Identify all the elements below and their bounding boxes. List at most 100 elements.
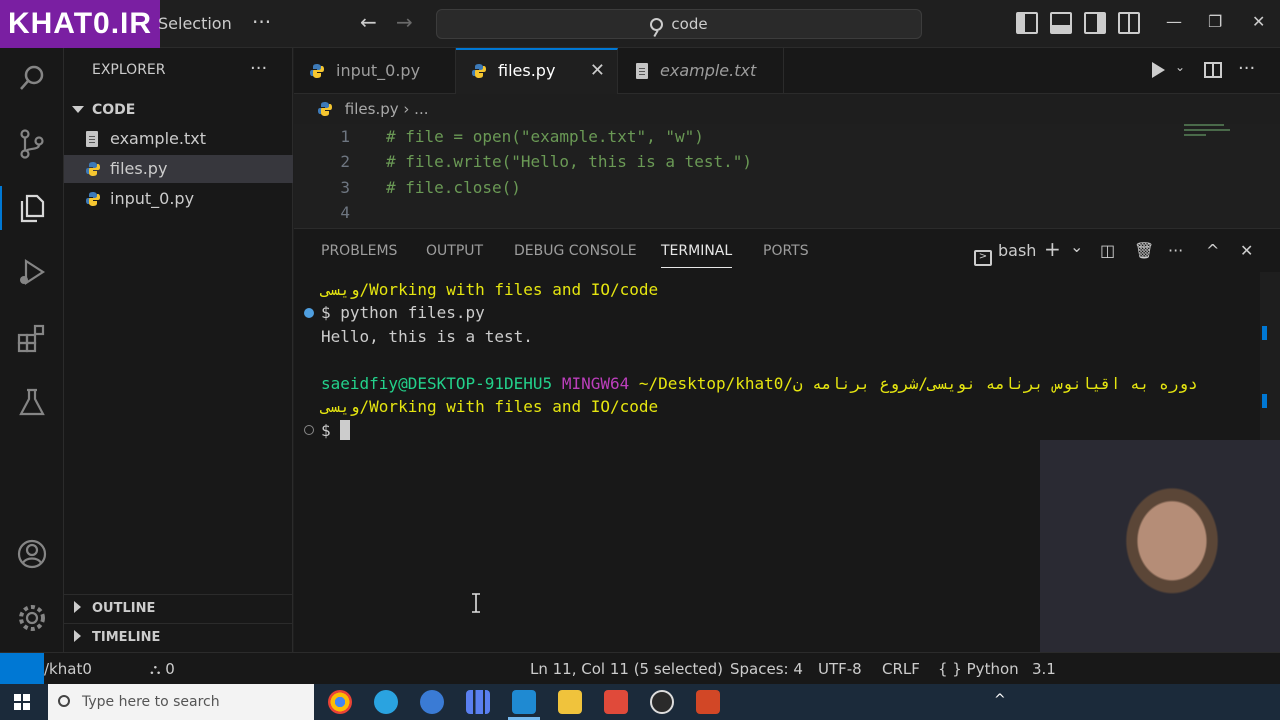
minimize-button[interactable]: — [1166,12,1182,31]
telegram-icon[interactable] [374,690,398,714]
split-editor-icon[interactable] [1204,62,1222,78]
explorer-icon[interactable] [0,186,48,230]
editor-more-actions-icon[interactable]: ··· [1238,58,1255,79]
chrome-icon[interactable] [328,690,352,714]
indentation[interactable]: Spaces: 4 [730,660,803,678]
run-python-file-icon[interactable] [1152,62,1165,78]
settings-gear-icon[interactable] [16,602,48,634]
status-left-text: /khat0 [44,660,92,678]
powerpoint-icon[interactable] [696,690,720,714]
tab-label: files.py [498,61,556,80]
file-explorer-icon[interactable] [558,690,582,714]
explorer-sidebar: EXPLORER ··· CODE example.txt files.py i… [64,48,293,652]
explorer-more-icon[interactable]: ··· [250,58,267,79]
terminal-shell-selector[interactable]: > bash [974,241,1036,266]
tab-debug-console[interactable]: DEBUG CONSOLE [514,243,637,259]
braces-icon: { } [938,660,962,678]
windows-start-icon[interactable] [14,694,30,710]
breadcrumb-file[interactable]: files.py [345,100,399,118]
file-label: example.txt [110,129,206,148]
taskbar-search-box[interactable]: Type here to search [48,684,314,720]
breadcrumb-symbols[interactable]: ... [414,100,428,118]
source-control-icon[interactable] [16,128,48,160]
terminal-input-line[interactable]: $ [321,420,351,440]
tab-input-0-py[interactable]: input_0.py [294,48,456,94]
terminal-cursor [340,420,351,440]
code-text: # file.write("Hello, this is a test.") [386,152,753,171]
minimap[interactable] [1184,124,1234,154]
folder-label: CODE [92,102,136,118]
code-editor[interactable]: 1 # file = open("example.txt", "w") 2 # … [294,124,1280,228]
python-version[interactable]: 3.1 [1032,660,1056,678]
tab-problems[interactable]: PROBLEMS [321,243,397,259]
chart-app-icon[interactable] [466,690,490,714]
prompt-symbol: $ [321,421,341,440]
close-tab-icon[interactable]: ✕ [590,50,605,92]
end-of-line[interactable]: CRLF [882,660,920,678]
python-icon [310,64,324,78]
outline-section[interactable]: OUTLINE [64,594,293,622]
shell-label: bash [998,241,1037,260]
new-terminal-plus-icon[interactable]: + [1044,237,1061,261]
tab-files-py[interactable]: files.py ✕ [456,48,618,94]
customize-layout-icon[interactable] [1118,12,1140,34]
breadcrumb: files.py › ... [318,100,428,118]
encoding[interactable]: UTF-8 [818,660,862,678]
file-item-files-py[interactable]: files.py [64,155,293,183]
file-item-input-0-py[interactable]: input_0.py [64,185,293,213]
remote-indicator-icon[interactable] [0,653,44,684]
panel-more-icon[interactable]: ··· [1168,241,1183,260]
code-text: # file = open("example.txt", "w") [386,127,704,146]
extensions-icon[interactable] [16,322,48,354]
account-icon[interactable] [16,538,48,570]
close-panel-icon[interactable]: ✕ [1240,241,1253,260]
toggle-primary-sidebar-icon[interactable] [1016,12,1038,34]
forward-arrow-icon[interactable]: → [396,10,413,34]
timeline-section[interactable]: TIMELINE [64,623,293,651]
chevron-right-icon [74,601,81,613]
python-icon [472,64,486,78]
chevron-down-icon [72,106,84,113]
terminal-dropdown-chevron-icon[interactable]: ⌄ [1070,237,1083,256]
taskbar-search-placeholder: Type here to search [82,694,220,710]
file-label: input_0.py [110,189,195,208]
testing-flask-icon[interactable] [16,386,48,418]
run-dropdown-chevron-icon[interactable]: ⌄ [1175,60,1185,74]
cursor-position[interactable]: Ln 11, Col 11 (5 selected) [530,660,723,678]
tab-label: example.txt [660,61,757,80]
tab-terminal[interactable]: TERMINAL [661,243,733,268]
line-number: 3 [340,178,350,197]
maximize-panel-chevron-up-icon[interactable]: ^ [1206,241,1219,260]
kill-terminal-trash-icon[interactable]: 🗑 [1134,241,1154,260]
search-icon[interactable] [16,62,48,94]
split-terminal-icon[interactable]: ◫ [1100,241,1115,260]
folder-code[interactable]: CODE [64,98,293,122]
code-line: 4 [294,200,1174,226]
menu-selection[interactable]: Selection [158,14,232,33]
file-item-example-txt[interactable]: example.txt [64,125,293,153]
code-line: 1 # file = open("example.txt", "w") [294,124,1174,150]
restore-button[interactable]: ❐ [1208,12,1222,31]
toggle-secondary-sidebar-icon[interactable] [1084,12,1106,34]
app-red-icon[interactable] [604,690,628,714]
tab-output[interactable]: OUTPUT [426,243,483,259]
tab-ports[interactable]: PORTS [763,243,809,259]
obs-icon[interactable] [650,690,674,714]
text-cursor-icon [472,593,480,613]
menu-more-icon[interactable]: ··· [252,10,271,34]
prompt-path: ~/Desktop/khat0/دوره به اقیانوس برنامه ن… [638,374,1198,393]
language-mode[interactable]: { } Python [938,660,1019,678]
line-number: 2 [340,152,350,171]
toggle-panel-icon[interactable] [1050,12,1072,34]
watermark-logo: KHAT0.IR [0,0,160,48]
tray-overflow-chevron-icon[interactable]: ^ [994,692,1006,708]
tab-example-txt[interactable]: example.txt [618,48,784,94]
status-ports[interactable]: ⛬ 0 [150,660,175,678]
close-window-button[interactable]: ✕ [1252,12,1265,31]
run-and-debug-icon[interactable] [16,256,48,288]
app-check-icon[interactable] [420,690,444,714]
command-pending-dot [304,425,314,435]
command-center-search[interactable]: code [436,9,922,39]
vscode-icon[interactable] [508,690,540,720]
back-arrow-icon[interactable]: ← [360,10,377,34]
